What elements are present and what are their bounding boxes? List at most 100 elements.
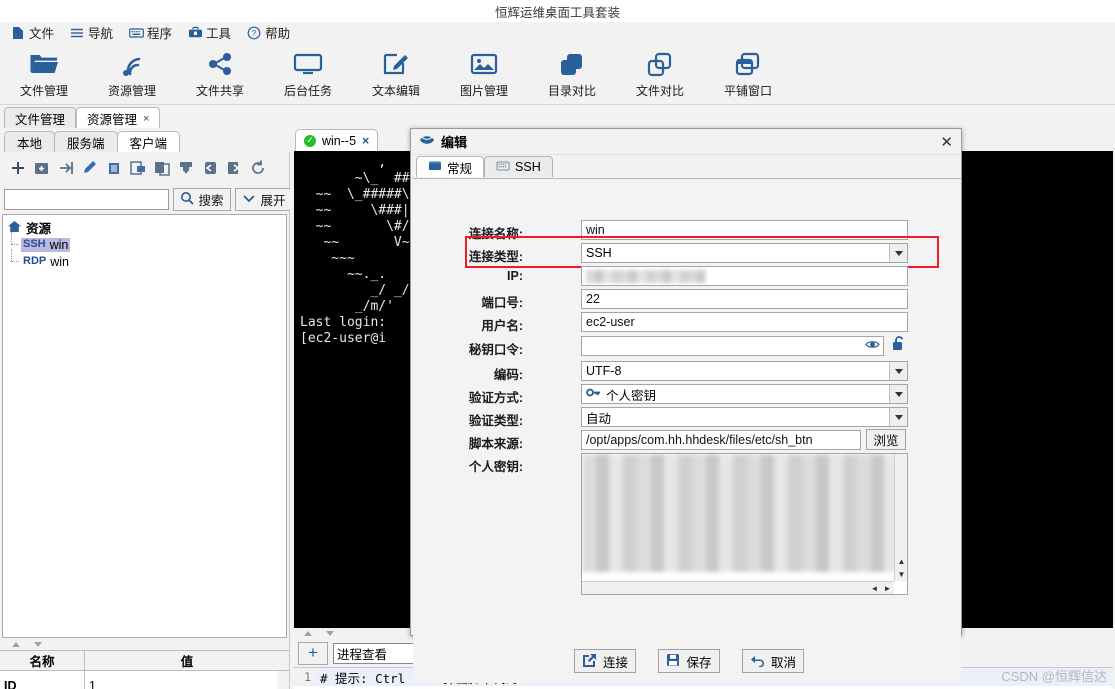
search-input[interactable]	[4, 188, 169, 210]
close-icon[interactable]: ✕	[940, 133, 953, 151]
tree-item-rdp-win[interactable]: RDP win	[3, 249, 286, 270]
tree-item-ssh-win[interactable]: SSH win	[3, 232, 286, 253]
close-icon[interactable]: ×	[362, 134, 369, 148]
scroll-down-icon[interactable]: ▼	[895, 568, 907, 581]
scroll-right-icon[interactable]: ►	[881, 582, 894, 594]
property-header-name: 名称	[0, 651, 85, 670]
export-out-icon[interactable]	[223, 157, 245, 179]
private-key-hscrollbar[interactable]: ◄ ►	[582, 581, 894, 594]
connection-name-input[interactable]: win	[581, 220, 908, 240]
refresh-icon[interactable]	[247, 157, 269, 179]
menu-item-program[interactable]: 程序	[122, 22, 179, 43]
signal-icon	[117, 49, 147, 79]
copy-icon[interactable]	[151, 157, 173, 179]
chevron-down-icon[interactable]	[889, 362, 907, 380]
browse-button[interactable]: 浏览	[866, 429, 906, 450]
sidebar-tab-server[interactable]: 服务端	[54, 131, 118, 153]
property-name-0: ID	[0, 671, 85, 689]
collapse-down-icon[interactable]	[326, 631, 334, 636]
collapse-up-icon[interactable]	[12, 642, 20, 647]
menu-item-tools[interactable]: 工具	[181, 22, 238, 43]
chevron-down-icon[interactable]	[889, 244, 907, 262]
dialog-tab-ssh[interactable]: SSH	[484, 156, 553, 177]
menu-item-help[interactable]: ? 帮助	[240, 22, 297, 43]
auth-method-value: 个人密钥	[606, 388, 657, 403]
keyboard-icon	[129, 26, 144, 40]
search-button[interactable]: 搜索	[173, 187, 231, 211]
svg-text:?: ?	[252, 29, 257, 38]
toolbar-button-text-editor[interactable]: 文本编辑	[352, 49, 440, 99]
search-button-label: 搜索	[198, 193, 224, 208]
main-tab-label-1: 资源管理	[87, 113, 138, 127]
search-icon	[180, 191, 195, 208]
script-source-input[interactable]: /opt/apps/com.hh.hhdesk/files/etc/sh_btn	[581, 430, 861, 450]
chevron-down-icon[interactable]	[889, 385, 907, 403]
username-input[interactable]: ec2-user	[581, 312, 908, 332]
sidebar-tab-client[interactable]: 客户端	[116, 131, 181, 153]
tree-root[interactable]: 资源	[3, 219, 286, 236]
sidebar-splitter[interactable]	[0, 639, 289, 650]
toolbar-button-file-compare[interactable]: 文件对比	[616, 49, 704, 99]
collapse-up-icon[interactable]	[304, 631, 312, 636]
main-tab-resource-manager[interactable]: 资源管理 ×	[76, 107, 161, 129]
label-username: 用户名:	[481, 319, 523, 333]
private-key-textarea[interactable]: ▲ ▼ ◄ ►	[581, 453, 908, 595]
toolbar-button-resource-manager[interactable]: 资源管理	[88, 49, 176, 99]
menu-bar: 文件 导航 程序 工具 ? 帮助	[0, 22, 1115, 44]
toolbar-button-file-share[interactable]: 文件共享	[176, 49, 264, 99]
encoding-value: UTF-8	[586, 364, 622, 378]
scroll-up-icon[interactable]: ▲	[895, 555, 907, 568]
private-key-vscrollbar[interactable]: ▲ ▼	[894, 454, 907, 581]
chevron-down-icon[interactable]	[889, 408, 907, 426]
dialog-tab-general[interactable]: 常规	[416, 156, 485, 177]
terminal-tab-win-5[interactable]: ✓ win--5 ×	[295, 129, 379, 151]
edit-icon[interactable]	[79, 157, 101, 179]
scroll-left-icon[interactable]: ◄	[868, 582, 881, 594]
toolbar-button-background-tasks[interactable]: 后台任务	[264, 49, 352, 99]
import-icon[interactable]	[55, 157, 77, 179]
resource-tree[interactable]: 资源 SSH win RDP win	[2, 214, 287, 638]
dialog-title-bar: 编辑 ✕	[411, 129, 961, 155]
toolbar-button-dir-compare[interactable]: 目录对比	[528, 49, 616, 99]
expand-button[interactable]: 展开	[235, 187, 293, 211]
close-icon[interactable]: ×	[143, 113, 149, 125]
auth-method-select[interactable]: 个人密钥	[581, 384, 908, 404]
property-table-scrollbar[interactable]	[277, 671, 289, 689]
delete-icon[interactable]	[103, 157, 125, 179]
menu-item-nav[interactable]: 导航	[63, 22, 120, 43]
sidebar-tab-label-0: 本地	[17, 137, 43, 151]
toolbar-button-file-manager[interactable]: 文件管理	[0, 49, 88, 99]
main-tab-file-manager[interactable]: 文件管理	[4, 107, 77, 129]
paste-icon[interactable]	[175, 157, 197, 179]
new-folder-icon[interactable]	[31, 157, 53, 179]
export-in-icon[interactable]	[199, 157, 221, 179]
unlock-icon[interactable]	[890, 335, 908, 355]
cancel-button[interactable]: 取消	[742, 649, 804, 673]
key-passphrase-input[interactable]	[581, 336, 884, 356]
code-line-number: 1	[294, 670, 316, 684]
expand-button-label: 展开	[260, 193, 286, 208]
auth-type-select[interactable]: 自动	[581, 407, 908, 427]
encoding-select[interactable]: UTF-8	[581, 361, 908, 381]
main-tab-bar: 文件管理 资源管理 ×	[0, 105, 1115, 129]
ip-input[interactable]	[581, 266, 908, 286]
property-value-0: 1	[89, 678, 96, 689]
eye-icon[interactable]	[865, 338, 880, 354]
sidebar-tab-local[interactable]: 本地	[4, 131, 56, 153]
folder-open-icon	[29, 49, 59, 79]
toolbar-button-image-manager[interactable]: 图片管理	[440, 49, 528, 99]
port-input[interactable]: 22	[581, 289, 908, 309]
save-button[interactable]: 保存	[658, 649, 720, 673]
connection-type-select[interactable]: SSH	[581, 243, 908, 263]
menu-item-file[interactable]: 文件	[4, 22, 61, 43]
toolbar-button-tile-windows[interactable]: 平铺窗口	[704, 49, 792, 99]
label-key-passphrase: 秘钥口令:	[468, 343, 523, 357]
collapse-down-icon[interactable]	[34, 642, 42, 647]
key-icon	[586, 386, 601, 402]
add-script-button[interactable]: +	[298, 641, 328, 665]
clone-icon[interactable]	[127, 157, 149, 179]
add-icon[interactable]	[7, 157, 29, 179]
connect-button[interactable]: 连接	[574, 649, 636, 673]
save-button-label: 保存	[686, 655, 712, 670]
table-row[interactable]: ID 1	[0, 671, 289, 689]
